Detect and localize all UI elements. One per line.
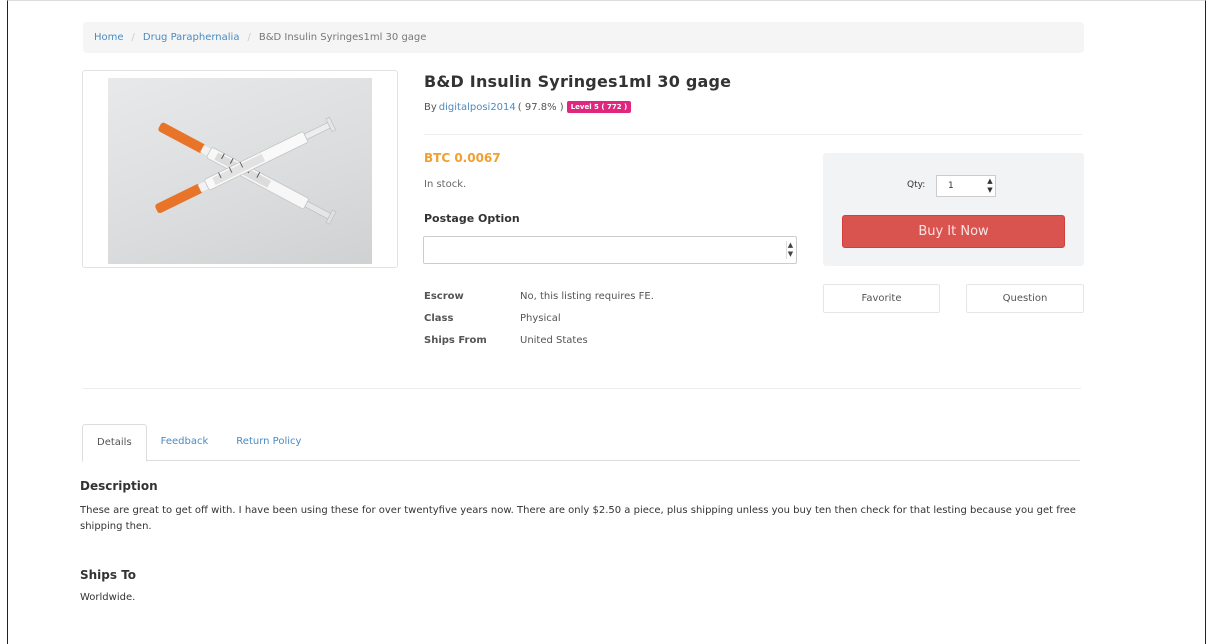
- breadcrumb-current: B&D Insulin Syringes1ml 30 gage: [258, 32, 427, 43]
- tab-feedback[interactable]: Feedback: [147, 424, 223, 461]
- favorite-button[interactable]: Favorite: [823, 284, 940, 313]
- syringes-photo: [108, 78, 372, 264]
- qty-value: 1: [948, 181, 954, 191]
- qty-label: Qty:: [907, 180, 926, 190]
- detail-row-class: Class Physical: [424, 307, 654, 329]
- breadcrumb-home[interactable]: Home: [94, 32, 124, 43]
- divider: [83, 388, 1081, 389]
- listing-details: Escrow No, this listing requires FE. Cla…: [424, 285, 654, 351]
- buy-it-now-button[interactable]: Buy It Now: [842, 215, 1065, 248]
- detail-key: Escrow: [424, 290, 464, 302]
- detail-value: United States: [520, 334, 588, 346]
- product-title: B&D Insulin Syringes1ml 30 gage: [424, 72, 732, 91]
- description-text: These are great to get off with. I have …: [80, 505, 1076, 532]
- price: BTC 0.0067: [424, 151, 501, 165]
- by-label: By: [424, 101, 437, 113]
- postage-option-label: Postage Option: [424, 212, 520, 225]
- qty-input[interactable]: 1 ▲ ▼: [936, 175, 996, 197]
- seller-link[interactable]: digitalposi2014: [439, 102, 516, 113]
- tab-details[interactable]: Details: [82, 424, 147, 462]
- detail-row-escrow: Escrow No, this listing requires FE.: [424, 285, 654, 307]
- description-heading: Description: [80, 479, 158, 493]
- product-image-frame[interactable]: [82, 70, 398, 268]
- detail-key: Ships From: [424, 334, 487, 346]
- detail-value: Physical: [520, 312, 561, 324]
- detail-row-ships-from: Ships From United States: [424, 329, 654, 351]
- breadcrumb: Home / Drug Paraphernalia / B&D Insulin …: [83, 22, 1084, 53]
- stock-status: In stock.: [424, 179, 467, 190]
- level-badge: Level 5 ( 772 ): [566, 101, 632, 113]
- buy-box: Qty: 1 ▲ ▼ Buy It Now: [823, 153, 1084, 266]
- tab-bar: Details Feedback Return Policy: [82, 424, 1080, 462]
- breadcrumb-separator: /: [131, 32, 135, 43]
- breadcrumb-category[interactable]: Drug Paraphernalia: [143, 32, 240, 43]
- spinner-arrows-icon[interactable]: ▲ ▼: [986, 177, 994, 195]
- detail-value: No, this listing requires FE.: [520, 290, 654, 302]
- divider: [424, 134, 1082, 135]
- question-button[interactable]: Question: [966, 284, 1084, 313]
- seller-byline: By digitalposi2014 ( 97.8% ) Level 5 ( 7…: [424, 101, 632, 113]
- ships-to-heading: Ships To: [80, 568, 137, 582]
- breadcrumb-separator: /: [247, 32, 251, 43]
- seller-rating: ( 97.8% ): [517, 101, 564, 113]
- detail-key: Class: [424, 312, 454, 324]
- syringes-illustration: [155, 116, 337, 225]
- tab-return-policy[interactable]: Return Policy: [222, 424, 315, 461]
- spinner-arrows-icon[interactable]: ▲ ▼: [786, 241, 794, 259]
- postage-option-select[interactable]: ▲ ▼: [423, 236, 797, 264]
- ships-to-text: Worldwide.: [80, 592, 136, 603]
